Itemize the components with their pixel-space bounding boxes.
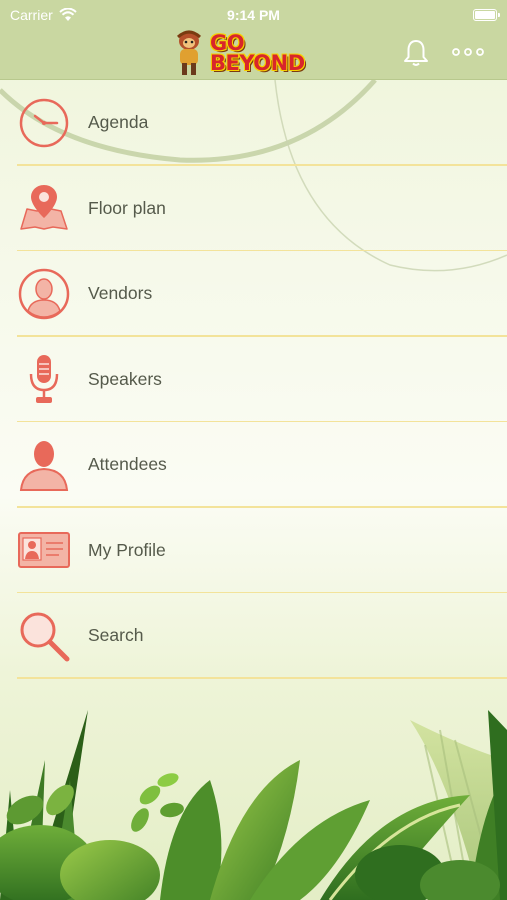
microphone-icon <box>29 355 59 404</box>
status-bar: Carrier 9:14 PM <box>0 0 507 30</box>
menu-item-attendees[interactable]: Attendees <box>0 422 507 508</box>
menu-label-agenda: Agenda <box>88 112 149 133</box>
bell-icon[interactable] <box>401 38 431 68</box>
menu-label-speakers: Speakers <box>88 368 162 389</box>
menu-item-vendors[interactable]: Vendors <box>0 251 507 337</box>
magnifier-icon <box>20 612 70 662</box>
menu-item-agenda[interactable]: Agenda <box>0 80 507 166</box>
more-options-icon[interactable] <box>450 42 486 62</box>
menu-label-search: Search <box>88 625 144 646</box>
menu-label-attendees: Attendees <box>88 454 167 475</box>
menu-item-my-profile[interactable]: My Profile <box>0 508 507 594</box>
menu-label-my-profile: My Profile <box>88 539 166 560</box>
menu-label-vendors: Vendors <box>88 283 153 304</box>
menu-label-floor-plan: Floor plan <box>88 197 166 218</box>
main-menu: Agenda Floor plan Vendors Speakers Atten… <box>0 80 507 679</box>
status-time: 9:14 PM <box>227 7 280 23</box>
person-icon <box>19 440 69 491</box>
map-pin-icon <box>20 185 68 230</box>
menu-item-floor-plan[interactable]: Floor plan <box>0 166 507 252</box>
clock-icon <box>19 98 69 147</box>
go-beyond-logo: GO BEYOND <box>172 28 332 78</box>
id-card-icon <box>18 532 70 569</box>
logo-text: GO BEYOND <box>210 31 305 75</box>
menu-item-speakers[interactable]: Speakers <box>0 337 507 423</box>
battery-icon <box>473 9 500 21</box>
vendor-person-icon <box>18 268 70 319</box>
mascot-icon <box>176 30 202 75</box>
jungle-foliage <box>0 710 507 900</box>
menu-item-search[interactable]: Search <box>0 593 507 679</box>
